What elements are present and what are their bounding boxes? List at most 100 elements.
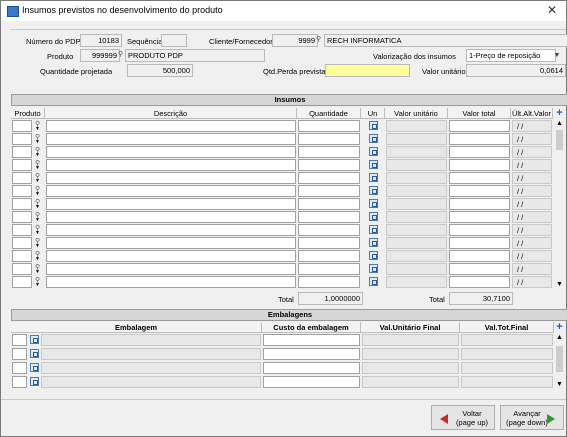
chevron-down-icon[interactable]: ▼ [35, 243, 40, 249]
cliente-code-field[interactable]: 9999 [272, 34, 318, 47]
unit-lookup-icon[interactable] [369, 251, 378, 260]
insumos-scrollbar[interactable] [554, 120, 565, 289]
produto-cell[interactable] [12, 250, 32, 262]
pdp-field[interactable]: 10183 [80, 34, 122, 47]
unit-lookup-icon[interactable] [369, 225, 378, 234]
chevron-down-icon[interactable]: ▼ [35, 204, 40, 210]
chevron-down-icon[interactable]: ▼ [35, 230, 40, 236]
descricao-cell[interactable] [46, 198, 296, 210]
produto-cell[interactable] [12, 133, 32, 145]
embalagem-lookup-icon[interactable] [30, 377, 39, 386]
search-icon[interactable]: ⚲ [316, 36, 323, 44]
quantidade-cell[interactable] [298, 263, 360, 275]
plus-icon[interactable]: + [555, 108, 564, 119]
valor-total-cell[interactable] [449, 250, 510, 262]
quantidade-cell[interactable] [298, 172, 360, 184]
produto-cell[interactable] [12, 185, 32, 197]
chevron-down-icon[interactable]: ▼ [552, 50, 562, 61]
valor-total-cell[interactable] [449, 276, 510, 288]
produto-cell[interactable] [12, 211, 32, 223]
chevron-down-icon[interactable]: ▼ [35, 217, 40, 223]
unit-lookup-icon[interactable] [369, 264, 378, 273]
descricao-cell[interactable] [46, 250, 296, 262]
qtd-projetada-field[interactable]: 500,000 [127, 64, 193, 77]
close-icon[interactable]: ✕ [544, 3, 560, 17]
unit-lookup-icon[interactable] [369, 277, 378, 286]
quantidade-cell[interactable] [298, 198, 360, 210]
valor-total-cell[interactable] [449, 159, 510, 171]
chevron-down-icon[interactable]: ▼ [35, 178, 40, 184]
quantidade-cell[interactable] [298, 224, 360, 236]
quantidade-cell[interactable] [298, 250, 360, 262]
unit-lookup-icon[interactable] [369, 121, 378, 130]
quantidade-cell[interactable] [298, 133, 360, 145]
embalagem-code-cell[interactable] [12, 376, 27, 388]
chevron-down-icon[interactable]: ▼ [35, 152, 40, 158]
produto-cell[interactable] [12, 172, 32, 184]
descricao-cell[interactable] [46, 133, 296, 145]
descricao-cell[interactable] [46, 263, 296, 275]
produto-code-field[interactable]: 999999 [80, 49, 120, 62]
scroll-down-icon[interactable]: ▼ [556, 381, 563, 388]
custo-embalagem-cell[interactable] [263, 362, 360, 374]
custo-embalagem-cell[interactable] [263, 376, 360, 388]
unit-lookup-icon[interactable] [369, 134, 378, 143]
descricao-cell[interactable] [46, 276, 296, 288]
embalagem-code-cell[interactable] [12, 362, 27, 374]
plus-icon[interactable]: + [555, 322, 564, 333]
chevron-down-icon[interactable]: ▼ [35, 165, 40, 171]
quantidade-cell[interactable] [298, 211, 360, 223]
custo-embalagem-cell[interactable] [263, 348, 360, 360]
sequencia-field[interactable] [161, 34, 187, 47]
embalagem-code-cell[interactable] [12, 348, 27, 360]
produto-cell[interactable] [12, 263, 32, 275]
unit-lookup-icon[interactable] [369, 147, 378, 156]
unit-lookup-icon[interactable] [369, 199, 378, 208]
valor-total-cell[interactable] [449, 263, 510, 275]
valor-total-cell[interactable] [449, 146, 510, 158]
scroll-up-icon[interactable]: ▲ [556, 334, 563, 341]
quantidade-cell[interactable] [298, 237, 360, 249]
chevron-down-icon[interactable]: ▼ [35, 191, 40, 197]
quantidade-cell[interactable] [298, 159, 360, 171]
valor-total-cell[interactable] [449, 237, 510, 249]
valor-total-cell[interactable] [449, 211, 510, 223]
descricao-cell[interactable] [46, 146, 296, 158]
valor-total-cell[interactable] [449, 185, 510, 197]
perda-field[interactable] [325, 64, 410, 77]
chevron-down-icon[interactable]: ▼ [35, 126, 40, 132]
quantidade-cell[interactable] [298, 120, 360, 132]
chevron-down-icon[interactable]: ▼ [35, 282, 40, 288]
unit-lookup-icon[interactable] [369, 186, 378, 195]
descricao-cell[interactable] [46, 224, 296, 236]
valorizacao-select[interactable]: 1-Preço de reposição [466, 49, 556, 62]
quantidade-cell[interactable] [298, 276, 360, 288]
embalagem-lookup-icon[interactable] [30, 363, 39, 372]
chevron-down-icon[interactable]: ▼ [35, 269, 40, 275]
descricao-cell[interactable] [46, 172, 296, 184]
produto-cell[interactable] [12, 198, 32, 210]
scroll-up-icon[interactable]: ▲ [556, 120, 563, 127]
embalagem-code-cell[interactable] [12, 334, 27, 346]
produto-cell[interactable] [12, 276, 32, 288]
unit-lookup-icon[interactable] [369, 212, 378, 221]
next-button[interactable]: Avançar (page down) [500, 405, 564, 430]
chevron-down-icon[interactable]: ▼ [35, 139, 40, 145]
custo-embalagem-cell[interactable] [263, 334, 360, 346]
embalagem-lookup-icon[interactable] [30, 335, 39, 344]
valor-total-cell[interactable] [449, 133, 510, 145]
valor-total-cell[interactable] [449, 198, 510, 210]
valor-total-cell[interactable] [449, 120, 510, 132]
unit-lookup-icon[interactable] [369, 173, 378, 182]
descricao-cell[interactable] [46, 185, 296, 197]
scrollbar-thumb[interactable] [556, 130, 563, 150]
quantidade-cell[interactable] [298, 185, 360, 197]
valor-total-cell[interactable] [449, 224, 510, 236]
back-button[interactable]: Voltar (page up) [431, 405, 495, 430]
chevron-down-icon[interactable]: ▼ [35, 256, 40, 262]
scroll-down-icon[interactable]: ▼ [556, 281, 563, 288]
quantidade-cell[interactable] [298, 146, 360, 158]
search-icon[interactable]: ⚲ [118, 51, 125, 59]
descricao-cell[interactable] [46, 120, 296, 132]
produto-cell[interactable] [12, 159, 32, 171]
